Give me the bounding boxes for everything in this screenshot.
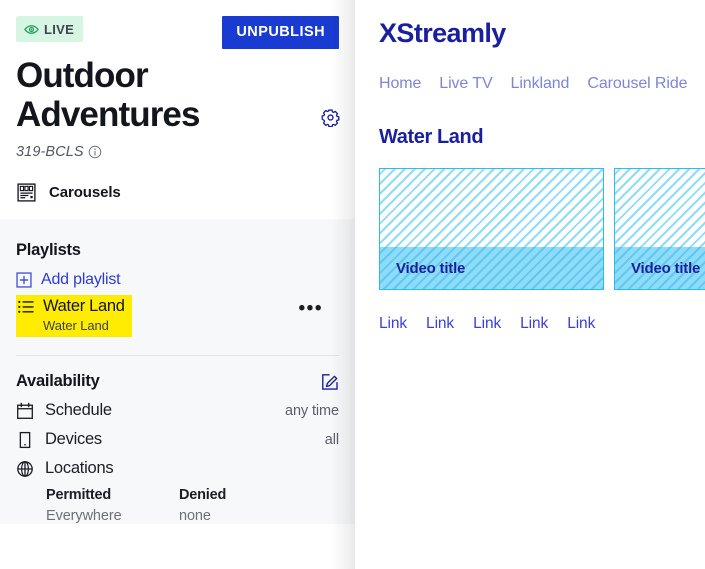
footer-link-3[interactable]: Link xyxy=(473,315,501,333)
header-row: LIVE UNPUBLISH xyxy=(16,0,339,49)
status-badge-label: LIVE xyxy=(44,21,75,37)
locations-table: Permitted Denied Everywhere none xyxy=(16,487,339,524)
playlist-item-name: Water Land xyxy=(43,296,125,315)
playlists-section: Playlists Add playlist Water Land Water … xyxy=(0,218,355,525)
footer-link-5[interactable]: Link xyxy=(567,315,595,333)
footer-link-2[interactable]: Link xyxy=(426,315,454,333)
playlist-item-water-land[interactable]: Water Land Water Land xyxy=(16,294,132,338)
edit-square-icon xyxy=(321,373,339,391)
details-panel: LIVE UNPUBLISH Outdoor Adventures 319-BC xyxy=(0,0,355,569)
device-icon xyxy=(16,431,34,449)
availability-row-schedule[interactable]: Schedule any time xyxy=(16,401,339,420)
availability-row-locations[interactable]: Locations xyxy=(16,459,339,478)
footer-link-4[interactable]: Link xyxy=(520,315,548,333)
nav-link-live-tv[interactable]: Live TV xyxy=(439,75,492,93)
availability-value-devices: all xyxy=(324,431,339,448)
gear-icon xyxy=(321,108,340,128)
locations-denied-header: Denied xyxy=(179,487,227,504)
preview-carousel-title: Water Land xyxy=(379,126,484,148)
plus-square-icon xyxy=(16,272,32,288)
availability-header: Availability xyxy=(16,356,339,391)
video-card[interactable]: Video title xyxy=(614,168,705,290)
title-row: Outdoor Adventures xyxy=(16,56,339,135)
playlists-section-title: Playlists xyxy=(16,240,81,259)
carousels-icon xyxy=(16,182,37,203)
nav-link-carousel-ride[interactable]: Carousel Ride xyxy=(587,75,687,93)
panel-header: LIVE UNPUBLISH Outdoor Adventures 319-BC xyxy=(0,0,355,160)
app-root: LIVE UNPUBLISH Outdoor Adventures 319-BC xyxy=(0,0,705,569)
playlist-item-subtitle: Water Land xyxy=(43,318,109,334)
locations-permitted-header: Permitted xyxy=(46,487,112,504)
availability-label-devices: Devices xyxy=(45,430,102,449)
availability-section-title: Availability xyxy=(16,372,100,391)
preview-footer-links: Link Link Link Link Link xyxy=(379,315,705,333)
calendar-icon xyxy=(16,402,34,420)
availability-row-devices[interactable]: Devices all xyxy=(16,430,339,449)
availability-value-schedule: any time xyxy=(285,402,339,419)
eye-icon xyxy=(24,22,39,37)
video-card[interactable]: Video title xyxy=(379,168,604,290)
list-item[interactable]: Water Land Water Land ••• xyxy=(16,294,339,338)
availability-row-locations-left: Locations xyxy=(16,459,114,478)
video-card-title: Video title xyxy=(380,247,603,289)
add-playlist-button[interactable]: Add playlist xyxy=(16,271,339,289)
settings-gear-button[interactable] xyxy=(319,107,341,129)
locations-permitted-value: Everywhere xyxy=(46,508,122,525)
availability-row-devices-left: Devices xyxy=(16,430,102,449)
video-card-title: Video title xyxy=(615,247,705,289)
preview-card-list: Video title Video title xyxy=(379,168,705,290)
playlist-item-texts: Water Land Water Land xyxy=(43,297,125,333)
short-id-value: 319-BCLS xyxy=(16,143,84,160)
preview-brand-title: XStreamly xyxy=(379,18,506,48)
edit-availability-button[interactable] xyxy=(321,373,339,391)
add-playlist-label: Add playlist xyxy=(41,270,121,288)
status-badge: LIVE xyxy=(16,16,84,42)
availability-label-locations: Locations xyxy=(45,459,114,478)
unpublish-button[interactable]: UNPUBLISH xyxy=(222,16,339,49)
page-title: Outdoor Adventures xyxy=(16,55,200,135)
locations-denied-value: none xyxy=(179,508,211,525)
list-icon xyxy=(18,300,34,314)
playlist-overflow-menu-button[interactable]: ••• xyxy=(299,299,323,318)
info-icon[interactable] xyxy=(88,145,102,159)
short-id-row: 319-BCLS xyxy=(16,144,339,160)
carousels-nav-item[interactable]: Carousels xyxy=(0,159,355,219)
preview-site-nav: Home Live TV Linkland Carousel Ride xyxy=(379,75,705,93)
carousels-label: Carousels xyxy=(49,183,121,201)
nav-link-home[interactable]: Home xyxy=(379,75,421,93)
preview-panel: XStreamly Home Live TV Linkland Carousel… xyxy=(355,0,705,569)
availability-label-schedule: Schedule xyxy=(45,401,112,420)
availability-row-schedule-left: Schedule xyxy=(16,401,112,420)
globe-icon xyxy=(16,460,34,478)
footer-link-1[interactable]: Link xyxy=(379,315,407,333)
nav-link-linkland[interactable]: Linkland xyxy=(511,75,570,93)
